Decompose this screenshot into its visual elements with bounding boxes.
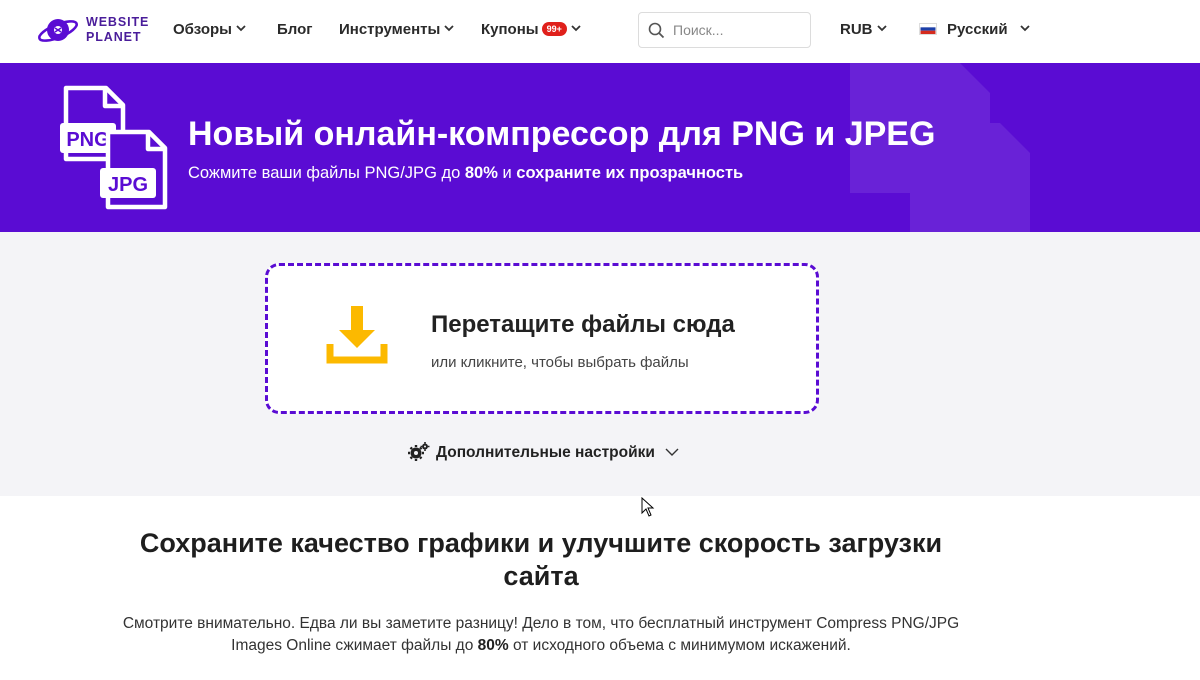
- search-input[interactable]: [673, 19, 803, 41]
- mouse-cursor-icon: [641, 497, 655, 517]
- png-jpg-files-icon: PNG JPG: [60, 85, 168, 210]
- section-heading: Сохраните качество графики и улучшите ск…: [139, 528, 943, 591]
- nav-reviews[interactable]: Обзоры: [173, 20, 246, 40]
- search-icon: [648, 22, 665, 39]
- gears-icon: [408, 441, 430, 461]
- dropzone-subtitle: или кликните, чтобы выбрать файлы: [431, 354, 689, 371]
- chevron-down-icon: [665, 448, 679, 456]
- planet-logo-icon: [37, 19, 79, 42]
- chevron-down-icon: [571, 25, 581, 32]
- download-arrow-icon: [326, 306, 388, 364]
- logo-text: WEBSITE PLANET: [86, 15, 150, 44]
- language-selector[interactable]: Русский: [919, 20, 1030, 40]
- file-dropzone[interactable]: Перетащите файлы сюда или кликните, чтоб…: [265, 263, 819, 414]
- nav-tools[interactable]: Инструменты: [339, 20, 454, 40]
- upload-section: Перетащите файлы сюда или кликните, чтоб…: [0, 232, 1200, 496]
- jpg-icon-label: JPG: [108, 174, 148, 196]
- website-planet-logo[interactable]: WEBSITE PLANET: [36, 12, 156, 50]
- currency-selector[interactable]: RUB: [840, 20, 887, 40]
- hero-banner: PNG JPG Новый онлайн-компрессор для PNG …: [0, 63, 1200, 232]
- section-description: Смотрите внимательно. Едва ли вы заметит…: [122, 615, 960, 654]
- chevron-down-icon: [876, 25, 887, 32]
- nav-coupons[interactable]: Купоны 99+: [481, 20, 581, 40]
- chevron-down-icon: [1019, 25, 1030, 32]
- russia-flag-icon: [919, 23, 937, 36]
- png-icon-label: PNG: [66, 129, 109, 151]
- search-box[interactable]: [638, 12, 811, 48]
- hero-subtitle: Сожмите ваши файлы PNG/JPG до 80% и сохр…: [188, 164, 744, 182]
- nav-blog[interactable]: Блог: [277, 20, 313, 40]
- coupons-count-badge: 99+: [541, 22, 567, 37]
- dropzone-title: Перетащите файлы сюда: [431, 311, 735, 338]
- advanced-settings-toggle[interactable]: Дополнительные настройки: [408, 441, 679, 468]
- top-navigation-bar: WEBSITE PLANET Обзоры Блог Инструменты К…: [0, 0, 1200, 63]
- hero-title: Новый онлайн-компрессор для PNG и JPEG: [188, 115, 936, 153]
- chevron-down-icon: [236, 25, 246, 32]
- chevron-down-icon: [444, 25, 454, 32]
